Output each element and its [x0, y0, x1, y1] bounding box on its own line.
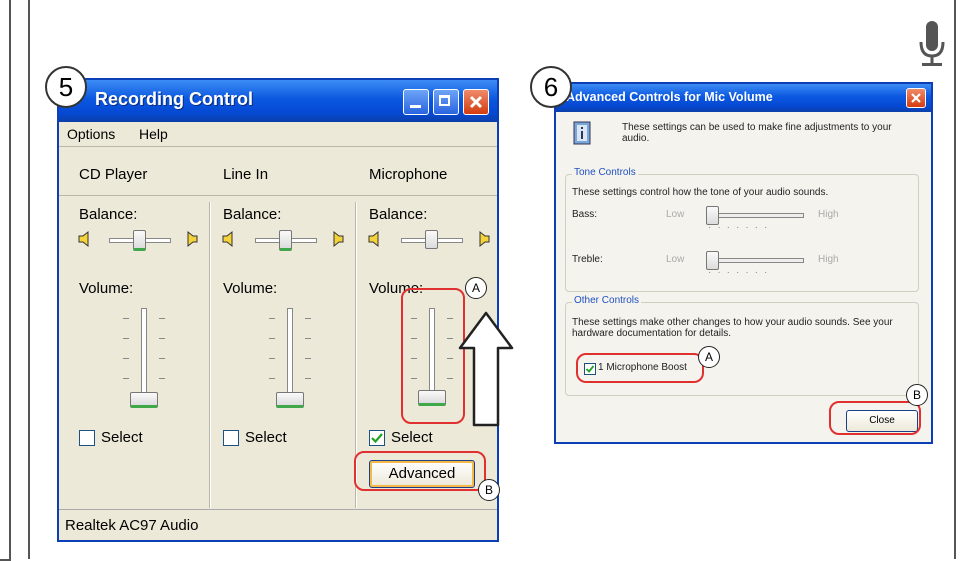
intro-text: These settings can be used to make fine … — [622, 122, 892, 144]
treble-low-label: Low — [666, 254, 685, 265]
step-5-badge: 5 — [45, 66, 87, 108]
callout-a: A — [698, 346, 720, 368]
window-title: Recording Control — [95, 89, 253, 109]
select-checkbox[interactable] — [223, 430, 239, 446]
other-description: These settings make other changes to how… — [572, 317, 893, 339]
bass-slider-track — [706, 213, 804, 218]
volume-slider-thumb[interactable] — [276, 392, 304, 408]
highlight-close-button — [829, 401, 921, 435]
menu-bar: Options Help — [59, 122, 497, 146]
header-divider — [59, 195, 497, 196]
window-title: Advanced Controls for Mic Volume — [566, 90, 773, 104]
bass-ticks: ······· — [708, 222, 774, 233]
balance-slider-thumb[interactable] — [279, 230, 292, 251]
callout-a: A — [465, 277, 487, 299]
close-window-button[interactable] — [463, 89, 489, 115]
page-left-frame — [0, 0, 11, 561]
tone-description: These settings control how the tone of y… — [572, 187, 829, 198]
select-label: Select — [101, 429, 143, 446]
volume-label: Volume: — [79, 280, 134, 297]
balance-label: Balance: — [369, 206, 428, 223]
close-window-button[interactable] — [906, 88, 926, 108]
balance-slider-thumb[interactable] — [133, 230, 146, 251]
volume-slider[interactable] — [265, 308, 315, 408]
bass-high-label: High — [818, 209, 839, 220]
select-label: Select — [391, 429, 433, 446]
menu-divider — [59, 146, 497, 147]
select-label: Select — [245, 429, 287, 446]
column-separator — [209, 202, 210, 508]
column-name-line-in: Line In — [223, 166, 269, 183]
close-icon — [911, 93, 921, 103]
speaker-left-icon — [78, 230, 89, 248]
speaker-right-icon — [187, 230, 198, 248]
callout-b: B — [478, 479, 500, 501]
treble-ticks: ······· — [708, 267, 774, 278]
speaker-right-icon — [333, 230, 344, 248]
up-arrow-icon — [458, 311, 514, 427]
column-name-microphone: Microphone — [369, 166, 448, 183]
volume-slider[interactable] — [119, 308, 169, 408]
highlight-microphone-boost — [576, 353, 704, 383]
step-6-badge: 6 — [530, 66, 572, 108]
close-icon — [469, 95, 483, 109]
bass-low-label: Low — [666, 209, 685, 220]
minimize-button[interactable] — [403, 89, 429, 115]
other-controls-title: Other Controls — [572, 295, 642, 306]
tone-controls-title: Tone Controls — [572, 167, 638, 178]
menu-options[interactable]: Options — [67, 126, 115, 142]
maximize-button[interactable] — [433, 89, 459, 115]
volume-label: Volume: — [223, 280, 278, 297]
status-bar: Realtek AC97 Audio — [59, 509, 497, 540]
info-book-icon — [573, 121, 591, 145]
treble-slider-track — [706, 258, 804, 263]
advanced-controls-window: Advanced Controls for Mic Volume These s… — [554, 82, 933, 444]
select-checkbox-checked[interactable] — [369, 430, 385, 446]
speaker-left-icon — [368, 230, 379, 248]
checkmark-icon — [371, 433, 383, 444]
treble-label: Treble: — [572, 254, 603, 265]
mic-icon — [919, 21, 945, 66]
speaker-left-icon — [222, 230, 233, 248]
title-bar: Recording Control — [59, 80, 497, 122]
treble-high-label: High — [818, 254, 839, 265]
balance-label: Balance: — [223, 206, 282, 223]
column-name-cd-player: CD Player — [79, 166, 148, 183]
status-text: Realtek AC97 Audio — [65, 517, 199, 534]
menu-help[interactable]: Help — [139, 126, 168, 142]
balance-label: Balance: — [79, 206, 138, 223]
select-checkbox[interactable] — [79, 430, 95, 446]
title-bar: Advanced Controls for Mic Volume — [556, 84, 931, 112]
volume-slider-thumb[interactable] — [130, 392, 158, 408]
bass-label: Bass: — [572, 209, 598, 220]
highlight-advanced-button — [354, 451, 486, 491]
balance-slider-thumb[interactable] — [425, 230, 438, 249]
callout-b: B — [906, 384, 928, 406]
speaker-right-icon — [479, 230, 490, 248]
